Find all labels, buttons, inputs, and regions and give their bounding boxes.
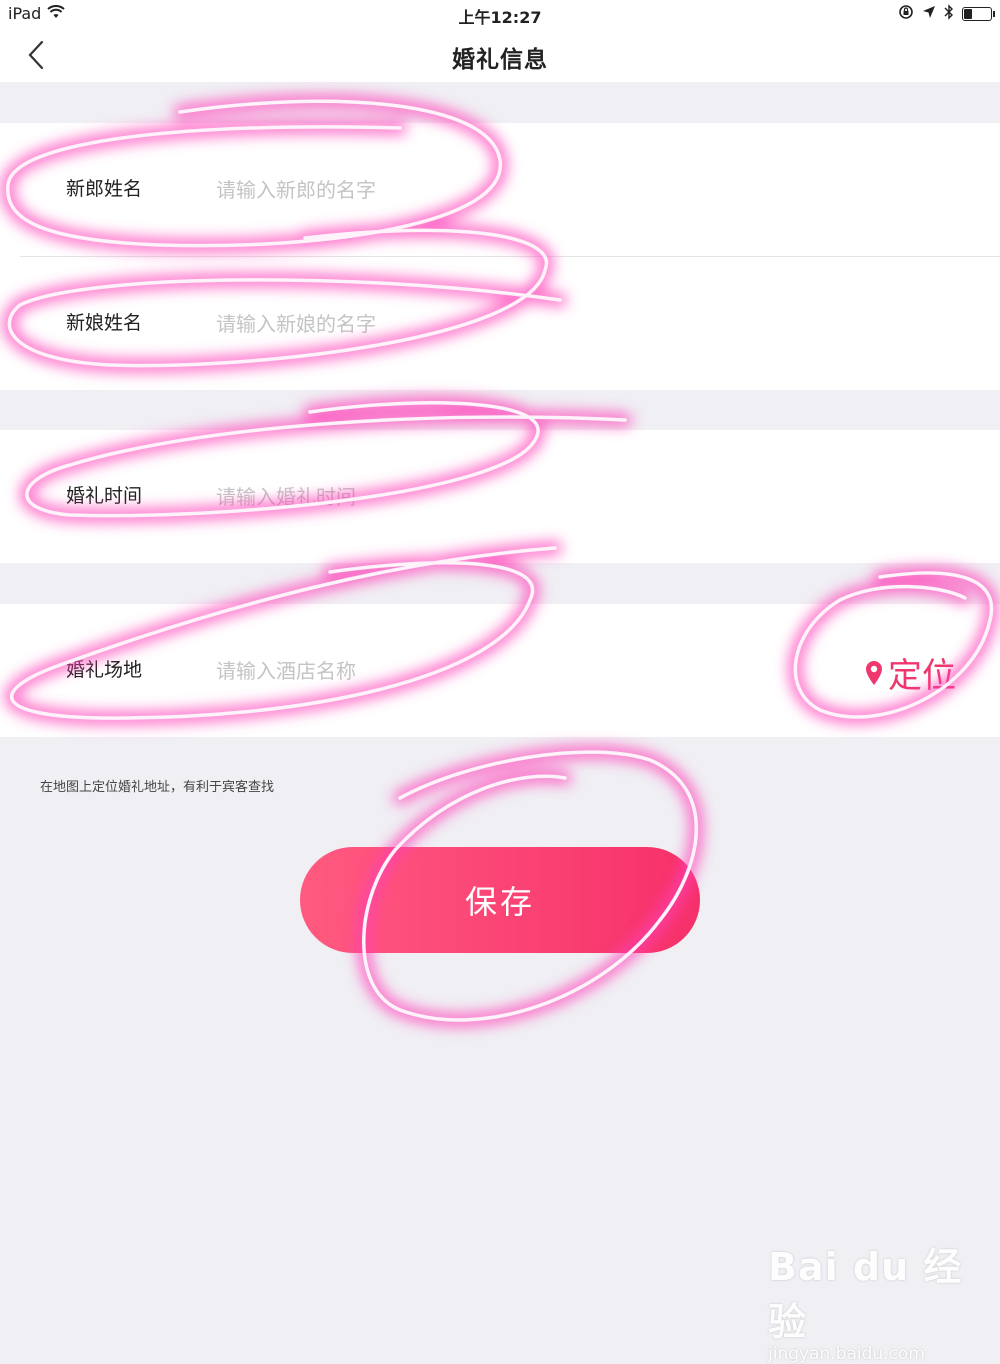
wedding-time-label: 婚礼时间 bbox=[66, 485, 143, 507]
bluetooth-icon bbox=[944, 4, 954, 24]
rotation-lock-icon bbox=[898, 4, 914, 24]
groom-name-input[interactable] bbox=[214, 169, 778, 211]
time-section: 婚礼时间 bbox=[0, 430, 1000, 563]
watermark-logo: Bai du 经验 bbox=[768, 1245, 963, 1344]
map-pin-icon bbox=[866, 660, 882, 685]
wedding-venue-label: 婚礼场地 bbox=[66, 659, 143, 681]
wedding-time-row: 婚礼时间 bbox=[0, 430, 1000, 563]
save-button[interactable]: 保存 bbox=[300, 847, 700, 953]
status-bar: iPad 上午12:27 bbox=[0, 0, 1000, 28]
locate-label: 定位 bbox=[888, 656, 956, 696]
wedding-venue-row: 婚礼场地 定位 bbox=[0, 604, 1000, 737]
battery-icon bbox=[962, 7, 995, 21]
status-right bbox=[898, 4, 995, 24]
status-time: 上午12:27 bbox=[458, 8, 542, 27]
location-hint: 在地图上定位婚礼地址，有利于宾客查找 bbox=[40, 780, 275, 795]
location-arrow-icon bbox=[922, 5, 936, 23]
bride-name-row: 新娘姓名 bbox=[20, 256, 1000, 390]
groom-name-label: 新郎姓名 bbox=[66, 178, 143, 200]
venue-section: 婚礼场地 定位 bbox=[0, 604, 1000, 737]
nav-bar: 婚礼信息 bbox=[0, 28, 1000, 82]
names-section: 新郎姓名 新娘姓名 bbox=[0, 123, 1000, 390]
watermark-url: jingyan.baidu.com bbox=[768, 1344, 925, 1364]
groom-name-row: 新郎姓名 bbox=[0, 123, 1000, 256]
wedding-time-input[interactable] bbox=[214, 476, 778, 518]
page-title: 婚礼信息 bbox=[452, 47, 548, 73]
baidu-watermark: Bai du 经验 jingyan.baidu.com bbox=[768, 1236, 1000, 1364]
wedding-venue-input[interactable] bbox=[214, 650, 718, 692]
bride-name-input[interactable] bbox=[214, 303, 778, 345]
bride-name-label: 新娘姓名 bbox=[66, 312, 143, 334]
locate-button[interactable]: 定位 bbox=[864, 648, 956, 697]
